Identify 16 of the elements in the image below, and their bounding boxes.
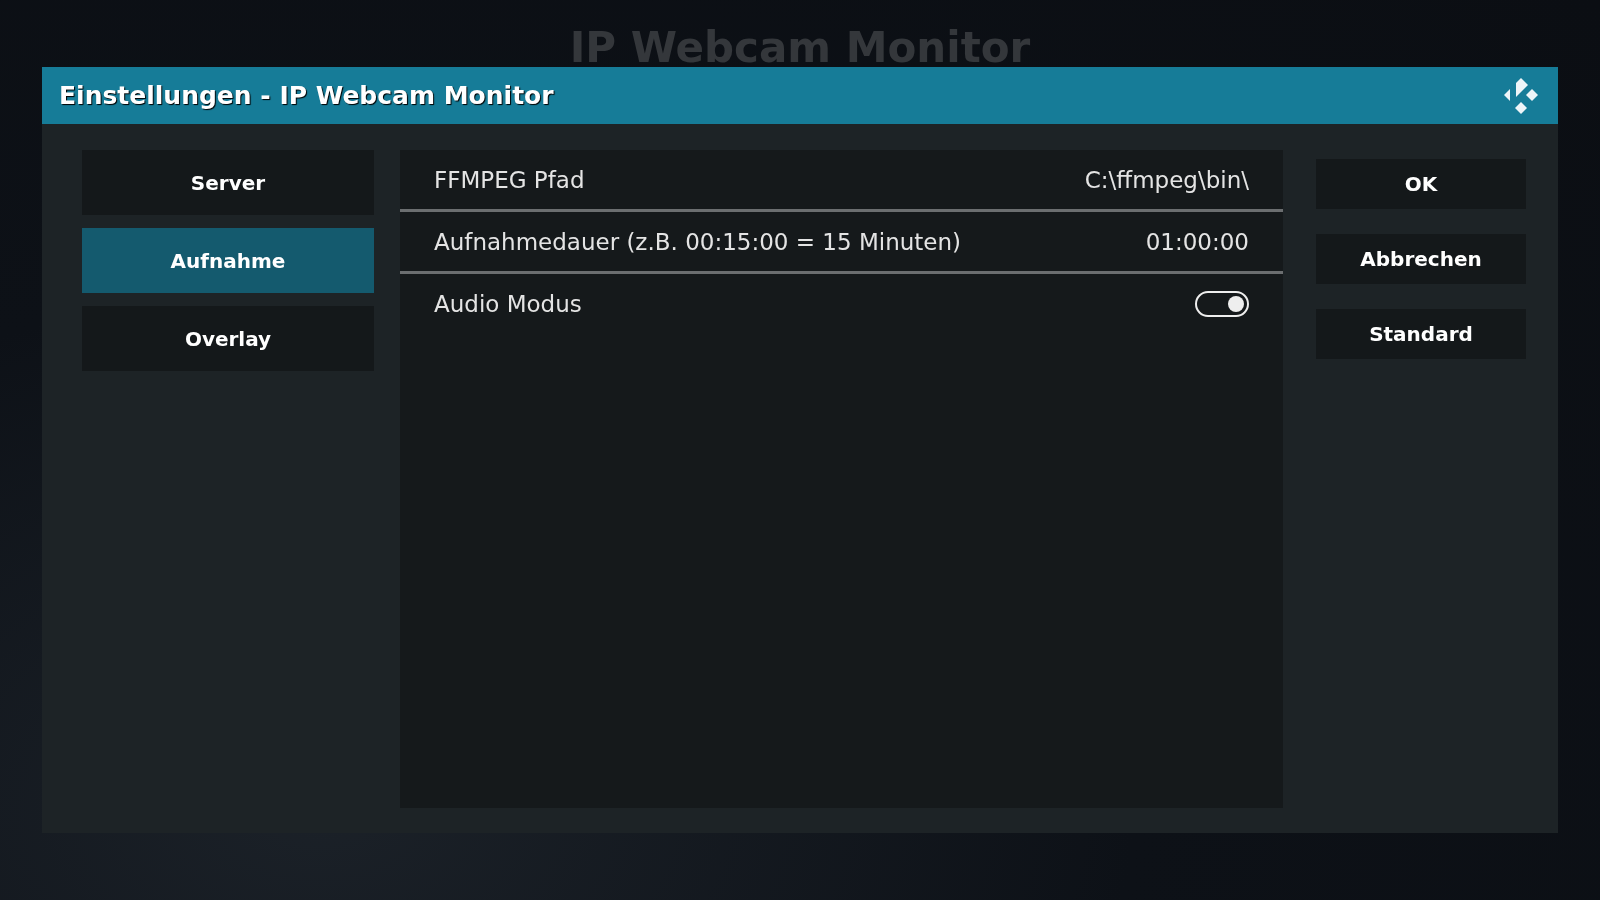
window-title: Einstellungen - IP Webcam Monitor: [59, 81, 554, 110]
setting-label: Audio Modus: [434, 290, 582, 317]
setting-row[interactable]: Audio Modus: [400, 274, 1283, 333]
dialog-button[interactable]: OK: [1316, 159, 1526, 209]
category-tab[interactable]: Aufnahme: [82, 228, 374, 293]
setting-value: 01:00:00: [1145, 228, 1249, 255]
dialog-button[interactable]: Abbrechen: [1316, 234, 1526, 284]
category-tab[interactable]: Overlay: [82, 306, 374, 371]
setting-row[interactable]: Aufnahmedauer (z.B. 00:15:00 = 15 Minuten) 01:00:00: [400, 212, 1283, 274]
setting-label: Aufnahmedauer (z.B. 00:15:00 = 15 Minuten): [434, 228, 962, 255]
category-tab[interactable]: Server: [82, 150, 374, 215]
setting-label: FFMPEG Pfad: [434, 166, 585, 193]
dialog-button[interactable]: Standard: [1316, 309, 1526, 359]
setting-value: C:\ffmpeg\bin\: [1084, 166, 1249, 193]
setting-row[interactable]: FFMPEG Pfad C:\ffmpeg\bin\: [400, 150, 1283, 212]
toggle-switch[interactable]: [1195, 290, 1249, 317]
